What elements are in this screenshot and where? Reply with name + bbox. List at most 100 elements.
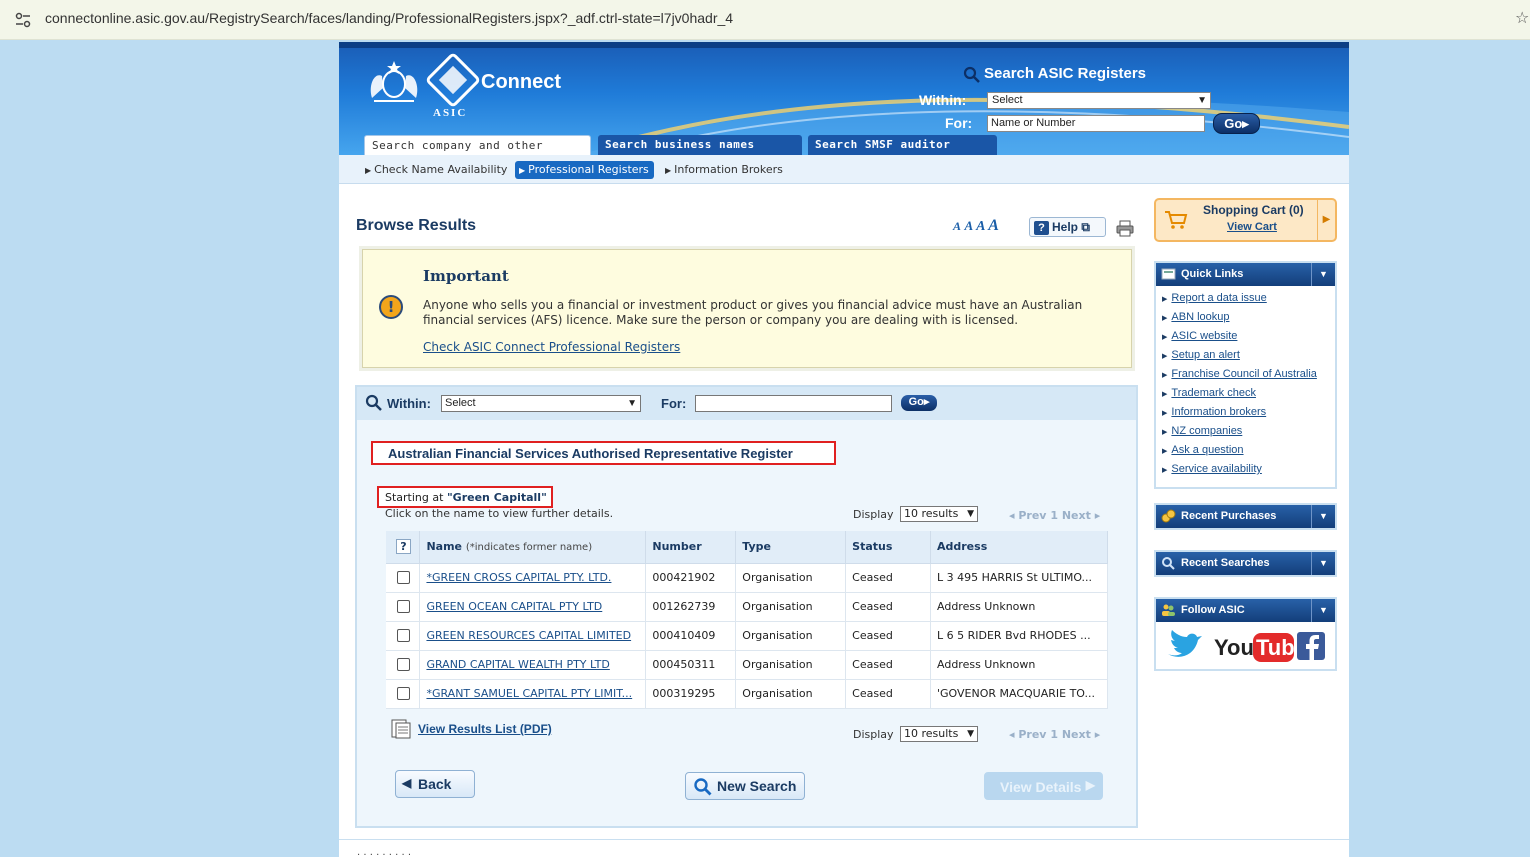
- list-item: ▶ Service availability: [1162, 463, 1262, 475]
- quick-link[interactable]: Trademark check: [1171, 387, 1256, 399]
- check-registers-link[interactable]: Check ASIC Connect Professional Register…: [423, 340, 680, 354]
- arrow-right-icon: ▶: [519, 166, 526, 175]
- youtube-icon[interactable]: You Tube: [1214, 633, 1307, 662]
- facebook-icon[interactable]: [1297, 632, 1325, 660]
- back-button[interactable]: ◀ Back: [395, 770, 475, 798]
- search-icon: [365, 394, 382, 411]
- pdf-icon: [391, 719, 411, 739]
- results-panel: Within: Select ▼ For: Go▸ Australian Fina…: [355, 385, 1138, 828]
- display-select-bottom[interactable]: 10 results ▼: [900, 726, 978, 742]
- follow-asic-header[interactable]: Follow ASIC ▼: [1156, 599, 1335, 622]
- row-checkbox[interactable]: [397, 571, 410, 585]
- panel-within-select[interactable]: Select ▼: [441, 395, 641, 412]
- list-item: ▶ ASIC website: [1162, 330, 1238, 342]
- quick-link[interactable]: Report a data issue: [1171, 292, 1266, 304]
- display-select[interactable]: 10 results ▼: [900, 506, 978, 522]
- click-hint: Click on the name to view further detail…: [385, 507, 614, 520]
- quick-links-icon: [1161, 268, 1176, 280]
- list-item: ▶ Trademark check: [1162, 387, 1256, 399]
- view-results-pdf-link[interactable]: View Results List (PDF): [418, 722, 552, 736]
- result-name-link[interactable]: *GREEN CROSS CAPITAL PTY. LTD.: [426, 571, 611, 584]
- quick-links-list: ▶ Report a data issue ▶ ABN lookup ▶ ASIC w…: [1156, 286, 1335, 486]
- quick-link[interactable]: Ask a question: [1171, 444, 1243, 456]
- quick-link[interactable]: Franchise Council of Australia: [1171, 368, 1317, 380]
- quick-link[interactable]: Information brokers: [1171, 406, 1266, 418]
- quick-link[interactable]: ASIC website: [1171, 330, 1237, 342]
- coat-of-arms-logo[interactable]: [364, 58, 424, 104]
- subnav-information-brokers[interactable]: ▶ Information Brokers: [665, 163, 783, 176]
- chevron-down-icon[interactable]: ▼: [1311, 552, 1335, 575]
- register-title: Australian Financial Services Authorised…: [371, 441, 836, 465]
- twitter-icon[interactable]: [1168, 630, 1202, 657]
- tab-search-smsf-auditor[interactable]: Search SMSF auditor register: [808, 135, 997, 155]
- table-row: *GREEN CROSS CAPITAL PTY. LTD. 000421902…: [386, 563, 1108, 593]
- for-label: For:: [945, 115, 973, 131]
- help-icon[interactable]: ?: [396, 539, 411, 555]
- subnav-professional-registers[interactable]: ▶ Professional Registers: [515, 161, 654, 179]
- help-button[interactable]: ? Help ⧉: [1029, 217, 1106, 237]
- table-row: GREEN OCEAN CAPITAL PTY LTD 001262739 Or…: [386, 592, 1108, 622]
- search-icon: [694, 778, 712, 796]
- panel-for-input[interactable]: [695, 395, 892, 412]
- quick-link[interactable]: Service availability: [1171, 463, 1261, 475]
- chevron-down-icon[interactable]: ▼: [1311, 263, 1335, 286]
- prev-link[interactable]: Prev: [1018, 728, 1046, 741]
- tab-search-company[interactable]: Search company and other registers: [364, 135, 591, 155]
- chevron-down-icon[interactable]: ▼: [1311, 599, 1335, 622]
- for-input[interactable]: Name or Number: [987, 115, 1205, 132]
- result-name-link[interactable]: GREEN RESOURCES CAPITAL LIMITED: [426, 629, 631, 642]
- view-cart-link[interactable]: View Cart: [1227, 221, 1277, 233]
- quick-link[interactable]: ABN lookup: [1171, 311, 1229, 323]
- list-item: ▶ NZ companies: [1162, 425, 1243, 437]
- notice-body: Anyone who sells you a financial or inve…: [423, 298, 1083, 327]
- table-row: GREEN RESOURCES CAPITAL LIMITED 00041040…: [386, 621, 1108, 651]
- go-button[interactable]: Go▸: [1213, 113, 1260, 134]
- panel-go-button[interactable]: Go▸: [901, 395, 937, 411]
- quick-links-box: Quick Links ▼ ▶ Report a data issue ▶ ABN …: [1154, 261, 1337, 489]
- tab-search-business-names[interactable]: Search business names register: [598, 135, 802, 155]
- next-link[interactable]: Next: [1062, 509, 1091, 522]
- site-settings-icon[interactable]: [14, 11, 32, 29]
- list-item: ▶ Ask a question: [1162, 444, 1244, 456]
- subnav-check-name[interactable]: ▶ Check Name Availability: [365, 163, 507, 176]
- cart-title: Shopping Cart (0): [1203, 203, 1304, 217]
- col-number: Number: [645, 531, 737, 564]
- chevron-down-icon: ▼: [627, 398, 637, 409]
- result-name-link[interactable]: GREEN OCEAN CAPITAL PTY LTD: [426, 600, 602, 613]
- chevron-down-icon[interactable]: ▼: [1311, 505, 1335, 528]
- bookmark-star-icon[interactable]: ☆: [1515, 8, 1529, 27]
- page-title: Browse Results: [356, 217, 477, 234]
- row-checkbox[interactable]: [397, 600, 410, 614]
- printer-icon[interactable]: [1116, 219, 1134, 237]
- url-text[interactable]: connectonline.asic.gov.au/RegistrySearch…: [45, 10, 733, 26]
- view-details-button[interactable]: View Details ▶: [984, 772, 1103, 800]
- quick-link[interactable]: NZ companies: [1171, 425, 1242, 437]
- arrow-right-icon: ▶: [1085, 778, 1095, 792]
- row-checkbox[interactable]: [397, 629, 410, 643]
- browser-address-bar: connectonline.asic.gov.au/RegistrySearch…: [0, 0, 1530, 40]
- quick-links-header[interactable]: Quick Links ▼: [1156, 263, 1335, 286]
- arrow-right-icon[interactable]: ▶: [1317, 200, 1335, 240]
- within-select[interactable]: Select ▼: [987, 92, 1211, 109]
- font-size-controls[interactable]: A A A A: [953, 217, 999, 235]
- row-checkbox[interactable]: [397, 687, 410, 701]
- recent-purchases-header[interactable]: Recent Purchases ▼: [1156, 505, 1335, 528]
- quick-link[interactable]: Setup an alert: [1171, 349, 1240, 361]
- recent-searches-header[interactable]: Recent Searches ▼: [1156, 552, 1335, 575]
- page-number: 1: [1050, 728, 1058, 741]
- result-name-link[interactable]: GRAND CAPITAL WEALTH PTY LTD: [426, 658, 609, 671]
- shopping-cart[interactable]: Shopping Cart (0) View Cart ▶: [1154, 198, 1337, 242]
- site-header: Connect ASIC Search ASIC Registers Withi…: [339, 42, 1349, 155]
- page-number: 1: [1050, 509, 1058, 522]
- col-name: Name (*indicates former name): [419, 531, 647, 564]
- starting-value: "Green Capitall": [446, 491, 547, 504]
- next-link[interactable]: Next: [1062, 728, 1091, 741]
- col-address: Address: [930, 531, 1108, 564]
- cart-icon: [1165, 211, 1188, 229]
- prev-link[interactable]: Prev: [1018, 509, 1046, 522]
- new-search-button[interactable]: New Search: [685, 772, 805, 800]
- row-checkbox[interactable]: [397, 658, 410, 672]
- result-name-link[interactable]: *GRANT SAMUEL CAPITAL PTY LIMIT...: [426, 687, 632, 700]
- table-header-row: ? Name (*indicates former name) Number T…: [386, 531, 1108, 564]
- coins-icon: [1161, 509, 1176, 523]
